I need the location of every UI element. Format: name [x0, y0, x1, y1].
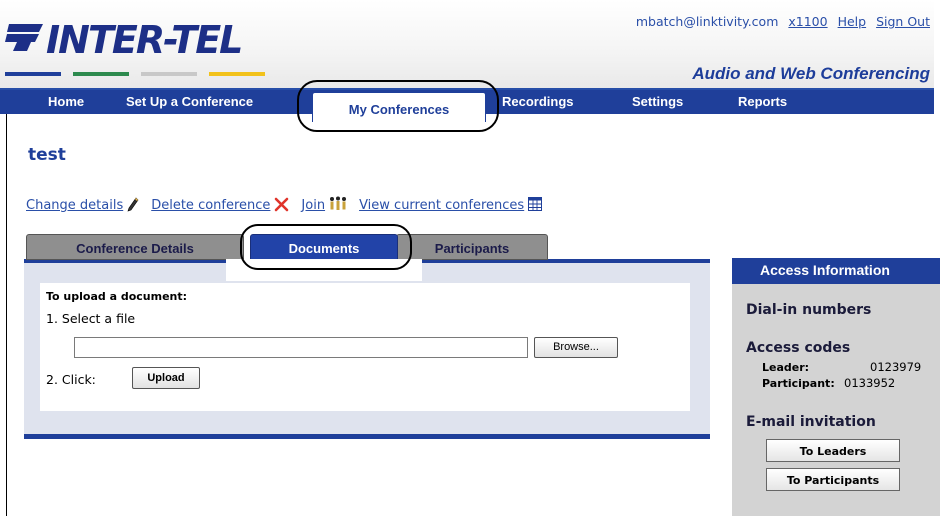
nav-reports[interactable]: Reports — [738, 94, 787, 109]
tab-content-bottom-rule — [24, 434, 710, 439]
logo-color-bars — [5, 72, 265, 76]
nav-recordings[interactable]: Recordings — [502, 94, 574, 109]
grid-table-icon — [528, 197, 543, 213]
access-information-header: Access Information — [732, 258, 940, 284]
upload-heading: To upload a document: — [46, 290, 188, 303]
help-link[interactable]: Help — [838, 14, 867, 29]
nav-home[interactable]: Home — [48, 94, 84, 109]
participant-code-label: Participant: — [762, 377, 835, 390]
delete-conference-link[interactable]: Delete conference — [151, 198, 270, 213]
conference-actions: Change details Delete conference Join Vi… — [26, 196, 554, 214]
leader-code-value: 0123979 — [870, 360, 922, 374]
pencil-icon — [127, 197, 139, 214]
dial-in-numbers-heading: Dial-in numbers — [746, 302, 872, 318]
step-1-label: 1. Select a file — [46, 311, 136, 326]
nav-settings[interactable]: Settings — [632, 94, 683, 109]
sign-out-link[interactable]: Sign Out — [876, 14, 930, 29]
access-codes-heading: Access codes — [746, 340, 851, 356]
leader-code-label: Leader: — [762, 361, 810, 374]
top-links: mbatch@linktivity.com x1100 Help Sign Ou… — [636, 14, 930, 29]
highlight-callout-documents — [240, 224, 412, 270]
highlight-callout-nav — [297, 80, 499, 132]
to-leaders-button[interactable]: To Leaders — [766, 439, 900, 462]
user-email: mbatch@linktivity.com — [635, 14, 779, 29]
product-subtitle: Audio and Web Conferencing — [692, 64, 930, 83]
participant-code-value: 0133952 — [844, 376, 896, 390]
inter-tel-logo-icon — [5, 24, 43, 51]
nav-set-up-conference[interactable]: Set Up a Conference — [126, 94, 253, 109]
logo-text: INTER-TEL — [46, 18, 243, 62]
join-link[interactable]: Join — [301, 198, 325, 213]
people-group-icon — [329, 196, 347, 214]
delete-x-icon — [274, 197, 289, 214]
to-participants-button[interactable]: To Participants — [766, 468, 900, 491]
upload-button[interactable]: Upload — [132, 367, 200, 389]
tab-participants[interactable]: Participants — [396, 234, 548, 260]
tab-conference-details[interactable]: Conference Details — [26, 234, 244, 260]
step-2-label: 2. Click: — [46, 372, 96, 387]
extension-link[interactable]: x1100 — [788, 14, 827, 29]
header: INTER-TEL mbatch@linktivity.com x1100 He… — [0, 0, 934, 88]
view-current-conferences-link[interactable]: View current conferences — [359, 198, 524, 213]
page-title: test — [28, 145, 66, 165]
file-path-input[interactable] — [74, 337, 528, 358]
email-invitation-heading: E-mail invitation — [746, 414, 876, 430]
browse-button[interactable]: Browse... — [534, 337, 618, 358]
change-details-link[interactable]: Change details — [26, 198, 123, 213]
